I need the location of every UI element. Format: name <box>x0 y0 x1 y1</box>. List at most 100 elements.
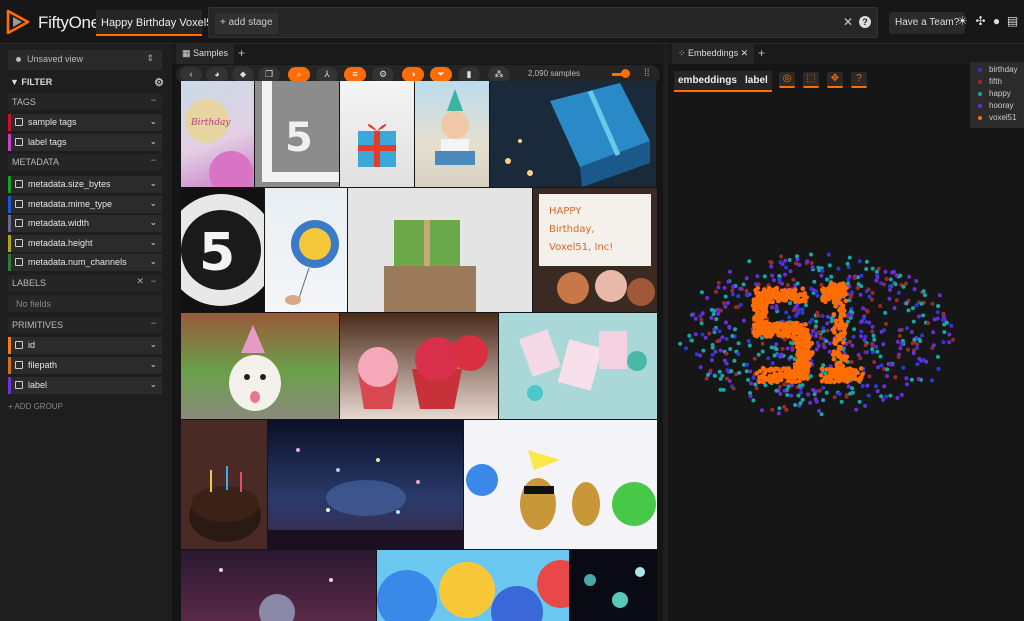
embedding-point[interactable] <box>940 317 945 322</box>
embedding-point[interactable] <box>774 388 779 393</box>
embedding-point[interactable] <box>905 326 910 331</box>
embedding-point[interactable] <box>893 282 898 287</box>
embedding-point[interactable] <box>838 346 843 351</box>
embedding-point[interactable] <box>716 280 721 285</box>
embedding-point[interactable] <box>870 266 875 271</box>
embedding-point[interactable] <box>833 341 838 346</box>
embedding-point[interactable] <box>831 356 837 362</box>
embedding-point[interactable] <box>914 346 919 350</box>
embedding-point[interactable] <box>921 289 926 294</box>
fiftyone-logo-icon[interactable] <box>6 9 30 35</box>
have-a-team-button[interactable]: Have a Team? <box>889 12 966 34</box>
embedding-point[interactable] <box>744 288 749 293</box>
embedding-point[interactable] <box>824 339 829 343</box>
embedding-point[interactable] <box>783 258 788 263</box>
embedding-point[interactable] <box>872 360 877 364</box>
embedding-point[interactable] <box>833 304 838 309</box>
embedding-point[interactable] <box>785 346 790 351</box>
embedding-point[interactable] <box>926 321 931 326</box>
embedding-point[interactable] <box>806 349 811 354</box>
embedding-point[interactable] <box>888 287 892 292</box>
embedding-point[interactable] <box>789 393 794 398</box>
embedding-point[interactable] <box>795 254 799 259</box>
embedding-point[interactable] <box>806 392 811 397</box>
field-checkbox[interactable] <box>15 118 23 126</box>
embedding-point[interactable] <box>863 334 868 339</box>
embedding-point[interactable] <box>916 314 921 319</box>
embedding-point[interactable] <box>896 355 901 359</box>
embedding-point[interactable] <box>858 366 864 371</box>
embedding-point[interactable] <box>730 334 735 338</box>
embedding-point[interactable] <box>867 374 872 379</box>
embedding-point[interactable] <box>864 308 869 313</box>
sample-thumbnail[interactable] <box>268 420 463 549</box>
docs-icon[interactable]: ▤ <box>1006 15 1019 28</box>
embedding-point[interactable] <box>947 332 952 337</box>
dataset-selector[interactable]: Happy Birthday Voxel51 <box>96 10 218 36</box>
embedding-point[interactable] <box>827 341 832 346</box>
embedding-point[interactable] <box>693 316 698 321</box>
embedding-point[interactable] <box>935 310 940 315</box>
embedding-point[interactable] <box>885 374 890 379</box>
embedding-point[interactable] <box>819 273 824 278</box>
embedding-point[interactable] <box>716 311 721 316</box>
embedding-point[interactable] <box>835 367 841 373</box>
field-sample-tags[interactable]: sample tags ⌄ <box>8 114 162 131</box>
embedding-point[interactable] <box>878 354 883 359</box>
embedding-point[interactable] <box>898 346 903 351</box>
embedding-point[interactable] <box>848 391 853 396</box>
embedding-point[interactable] <box>840 331 845 337</box>
embedding-point[interactable] <box>716 285 721 290</box>
embedding-point[interactable] <box>787 329 792 335</box>
embedding-point[interactable] <box>747 259 752 264</box>
embedding-point[interactable] <box>704 376 709 381</box>
embedding-point[interactable] <box>712 373 717 378</box>
field-checkbox[interactable] <box>15 381 23 389</box>
field-checkbox[interactable] <box>15 138 23 146</box>
embedding-point[interactable] <box>797 352 802 358</box>
chevron-down-icon[interactable]: ⌄ <box>149 136 157 147</box>
sample-thumbnail[interactable] <box>464 420 657 549</box>
embedding-point[interactable] <box>832 395 837 400</box>
embedding-point[interactable] <box>714 289 718 294</box>
operator-icon[interactable]: ◑ <box>402 67 424 82</box>
embedding-point[interactable] <box>782 404 787 409</box>
lasso-select-icon[interactable]: ◎ <box>779 72 795 88</box>
embedding-point[interactable] <box>828 289 833 294</box>
embedding-point[interactable] <box>717 369 722 374</box>
embedding-point[interactable] <box>836 266 841 271</box>
embedding-point[interactable] <box>879 394 884 399</box>
embedding-point[interactable] <box>724 320 728 325</box>
embedding-point[interactable] <box>840 281 846 286</box>
embedding-point[interactable] <box>805 259 810 264</box>
embedding-point[interactable] <box>941 311 946 316</box>
embedding-point[interactable] <box>762 311 768 317</box>
embedding-point[interactable] <box>776 411 781 416</box>
embedding-point[interactable] <box>790 345 795 350</box>
embedding-point[interactable] <box>821 326 826 331</box>
embedding-point[interactable] <box>882 384 887 389</box>
embedding-point[interactable] <box>787 258 792 262</box>
embedding-point[interactable] <box>904 376 909 381</box>
sample-thumbnail[interactable] <box>415 81 489 187</box>
embedding-point[interactable] <box>870 329 875 334</box>
embedding-point[interactable] <box>874 269 879 274</box>
embedding-point[interactable] <box>741 282 746 287</box>
embedding-point[interactable] <box>814 347 819 352</box>
embedding-point[interactable] <box>809 261 814 265</box>
embedding-point[interactable] <box>837 336 843 342</box>
embedding-point[interactable] <box>699 321 704 326</box>
embedding-point[interactable] <box>802 293 807 299</box>
chevron-down-icon[interactable]: ⌄ <box>149 217 157 228</box>
embedding-point[interactable] <box>895 339 900 344</box>
embedding-point[interactable] <box>797 384 802 388</box>
field-label[interactable]: label ⌄ <box>8 377 162 394</box>
embedding-point[interactable] <box>860 372 865 377</box>
embedding-point[interactable] <box>881 342 886 347</box>
embedding-point[interactable] <box>892 306 897 311</box>
embedding-point[interactable] <box>784 265 788 270</box>
legend-item[interactable]: voxel51 <box>978 113 1024 125</box>
embedding-point[interactable] <box>816 265 821 270</box>
embedding-point[interactable] <box>724 336 729 341</box>
embedding-point[interactable] <box>869 297 874 302</box>
